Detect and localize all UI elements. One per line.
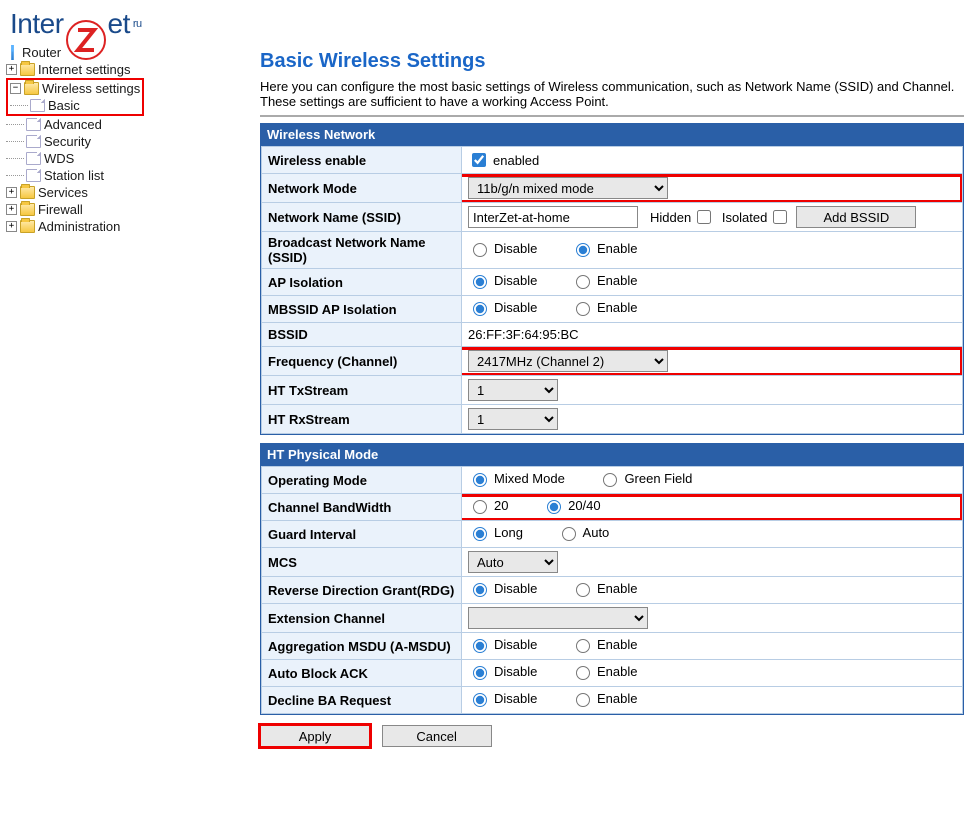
brand-logo: Inter et ru [10, 8, 142, 40]
label-chbw: Channel BandWidth [262, 494, 462, 521]
broadcast-disable[interactable]: Disable [468, 240, 537, 257]
nav-firewall[interactable]: + Firewall [6, 201, 230, 218]
hidden-label: Hidden [650, 210, 691, 225]
panel-wireless-network: Wireless Network Wireless enable enabled… [260, 123, 964, 435]
label-decline: Decline BA Request [262, 687, 462, 714]
wireless-enable-checkbox[interactable]: enabled [468, 150, 539, 170]
chbw-2040[interactable]: 20/40 [542, 497, 601, 514]
nav-wireless-settings[interactable]: − Wireless settings [10, 80, 140, 97]
mcs-select[interactable]: Auto [468, 551, 558, 573]
frequency-select[interactable]: 2417MHz (Channel 2) [468, 350, 668, 372]
page-subtitle: Here you can configure the most basic se… [260, 79, 964, 109]
nav-router[interactable]: Router [6, 44, 230, 61]
mbssid-enable[interactable]: Enable [571, 299, 637, 316]
isolated-checkbox[interactable] [773, 210, 787, 224]
nav-internet-settings[interactable]: + Internet settings [6, 61, 230, 78]
label-wireless-enable: Wireless enable [262, 147, 462, 174]
mbssid-disable[interactable]: Disable [468, 299, 537, 316]
chbw-20[interactable]: 20 [468, 497, 508, 514]
page-title: Basic Wireless Settings [260, 50, 964, 73]
label-ext: Extension Channel [262, 604, 462, 633]
guard-auto[interactable]: Auto [557, 524, 610, 541]
label-mbssid: MBSSID AP Isolation [262, 296, 462, 323]
expand-icon[interactable]: + [6, 187, 17, 198]
amsdu-disable[interactable]: Disable [468, 636, 537, 653]
panel-head: Wireless Network [261, 124, 963, 146]
page-icon [30, 99, 45, 112]
label-guard: Guard Interval [262, 521, 462, 548]
ablock-disable[interactable]: Disable [468, 663, 537, 680]
label-broadcast: Broadcast Network Name (SSID) [262, 232, 462, 269]
nav-wireless-advanced[interactable]: Advanced [6, 116, 230, 133]
expand-icon[interactable]: + [6, 64, 17, 75]
httx-select[interactable]: 1 [468, 379, 558, 401]
page-icon [26, 135, 41, 148]
cancel-button[interactable]: Cancel [382, 725, 492, 747]
label-ap-isolation: AP Isolation [262, 269, 462, 296]
nav-tree: Router + Internet settings − Wireless se… [0, 40, 230, 235]
wireless-enable-label: enabled [493, 153, 539, 168]
label-network-mode: Network Mode [262, 174, 462, 203]
hidden-checkbox[interactable] [697, 210, 711, 224]
isolated-label: Isolated [722, 210, 768, 225]
label-httx: HT TxStream [262, 376, 462, 405]
nav-wireless-basic[interactable]: Basic [10, 97, 80, 114]
opmode-mixed[interactable]: Mixed Mode [468, 470, 565, 487]
label-rdg: Reverse Direction Grant(RDG) [262, 577, 462, 604]
apiso-disable[interactable]: Disable [468, 272, 537, 289]
folder-icon [20, 186, 35, 199]
ablock-enable[interactable]: Enable [571, 663, 637, 680]
label-mcs: MCS [262, 548, 462, 577]
folder-icon [20, 220, 35, 233]
label-htrx: HT RxStream [262, 405, 462, 434]
label-ssid: Network Name (SSID) [262, 203, 462, 232]
collapse-icon[interactable]: − [10, 83, 21, 94]
ext-channel-select[interactable] [468, 607, 648, 629]
apply-button[interactable]: Apply [260, 725, 370, 747]
guard-long[interactable]: Long [468, 524, 523, 541]
broadcast-enable[interactable]: Enable [571, 240, 637, 257]
panel-ht-physical: HT Physical Mode Operating Mode Mixed Mo… [260, 443, 964, 715]
label-amsdu: Aggregation MSDU (A-MSDU) [262, 633, 462, 660]
folder-icon [20, 63, 35, 76]
label-opmode: Operating Mode [262, 467, 462, 494]
label-bssid: BSSID [262, 323, 462, 347]
ssid-input[interactable] [468, 206, 638, 228]
nav-services[interactable]: + Services [6, 184, 230, 201]
htrx-select[interactable]: 1 [468, 408, 558, 430]
panel-head: HT Physical Mode [261, 444, 963, 466]
folder-icon [20, 203, 35, 216]
label-ablock: Auto Block ACK [262, 660, 462, 687]
page-icon [26, 152, 41, 165]
page-icon [26, 118, 41, 131]
bssid-value: 26:FF:3F:64:95:BC [462, 323, 963, 347]
nav-wireless-station[interactable]: Station list [6, 167, 230, 184]
label-frequency: Frequency (Channel) [262, 347, 462, 376]
nav-wireless-security[interactable]: Security [6, 133, 230, 150]
rdg-enable[interactable]: Enable [571, 580, 637, 597]
rdg-disable[interactable]: Disable [468, 580, 537, 597]
expand-icon[interactable]: + [6, 221, 17, 232]
wireless-enable-input[interactable] [472, 153, 486, 167]
nav-administration[interactable]: + Administration [6, 218, 230, 235]
router-icon [6, 45, 19, 60]
page-icon [26, 169, 41, 182]
decline-enable[interactable]: Enable [571, 690, 637, 707]
nav-wireless-wds[interactable]: WDS [6, 150, 230, 167]
amsdu-enable[interactable]: Enable [571, 636, 637, 653]
network-mode-select[interactable]: 11b/g/n mixed mode [468, 177, 668, 199]
decline-disable[interactable]: Disable [468, 690, 537, 707]
opmode-green[interactable]: Green Field [598, 470, 692, 487]
add-bssid-button[interactable]: Add BSSID [796, 206, 916, 228]
apiso-enable[interactable]: Enable [571, 272, 637, 289]
folder-icon [24, 82, 39, 95]
expand-icon[interactable]: + [6, 204, 17, 215]
